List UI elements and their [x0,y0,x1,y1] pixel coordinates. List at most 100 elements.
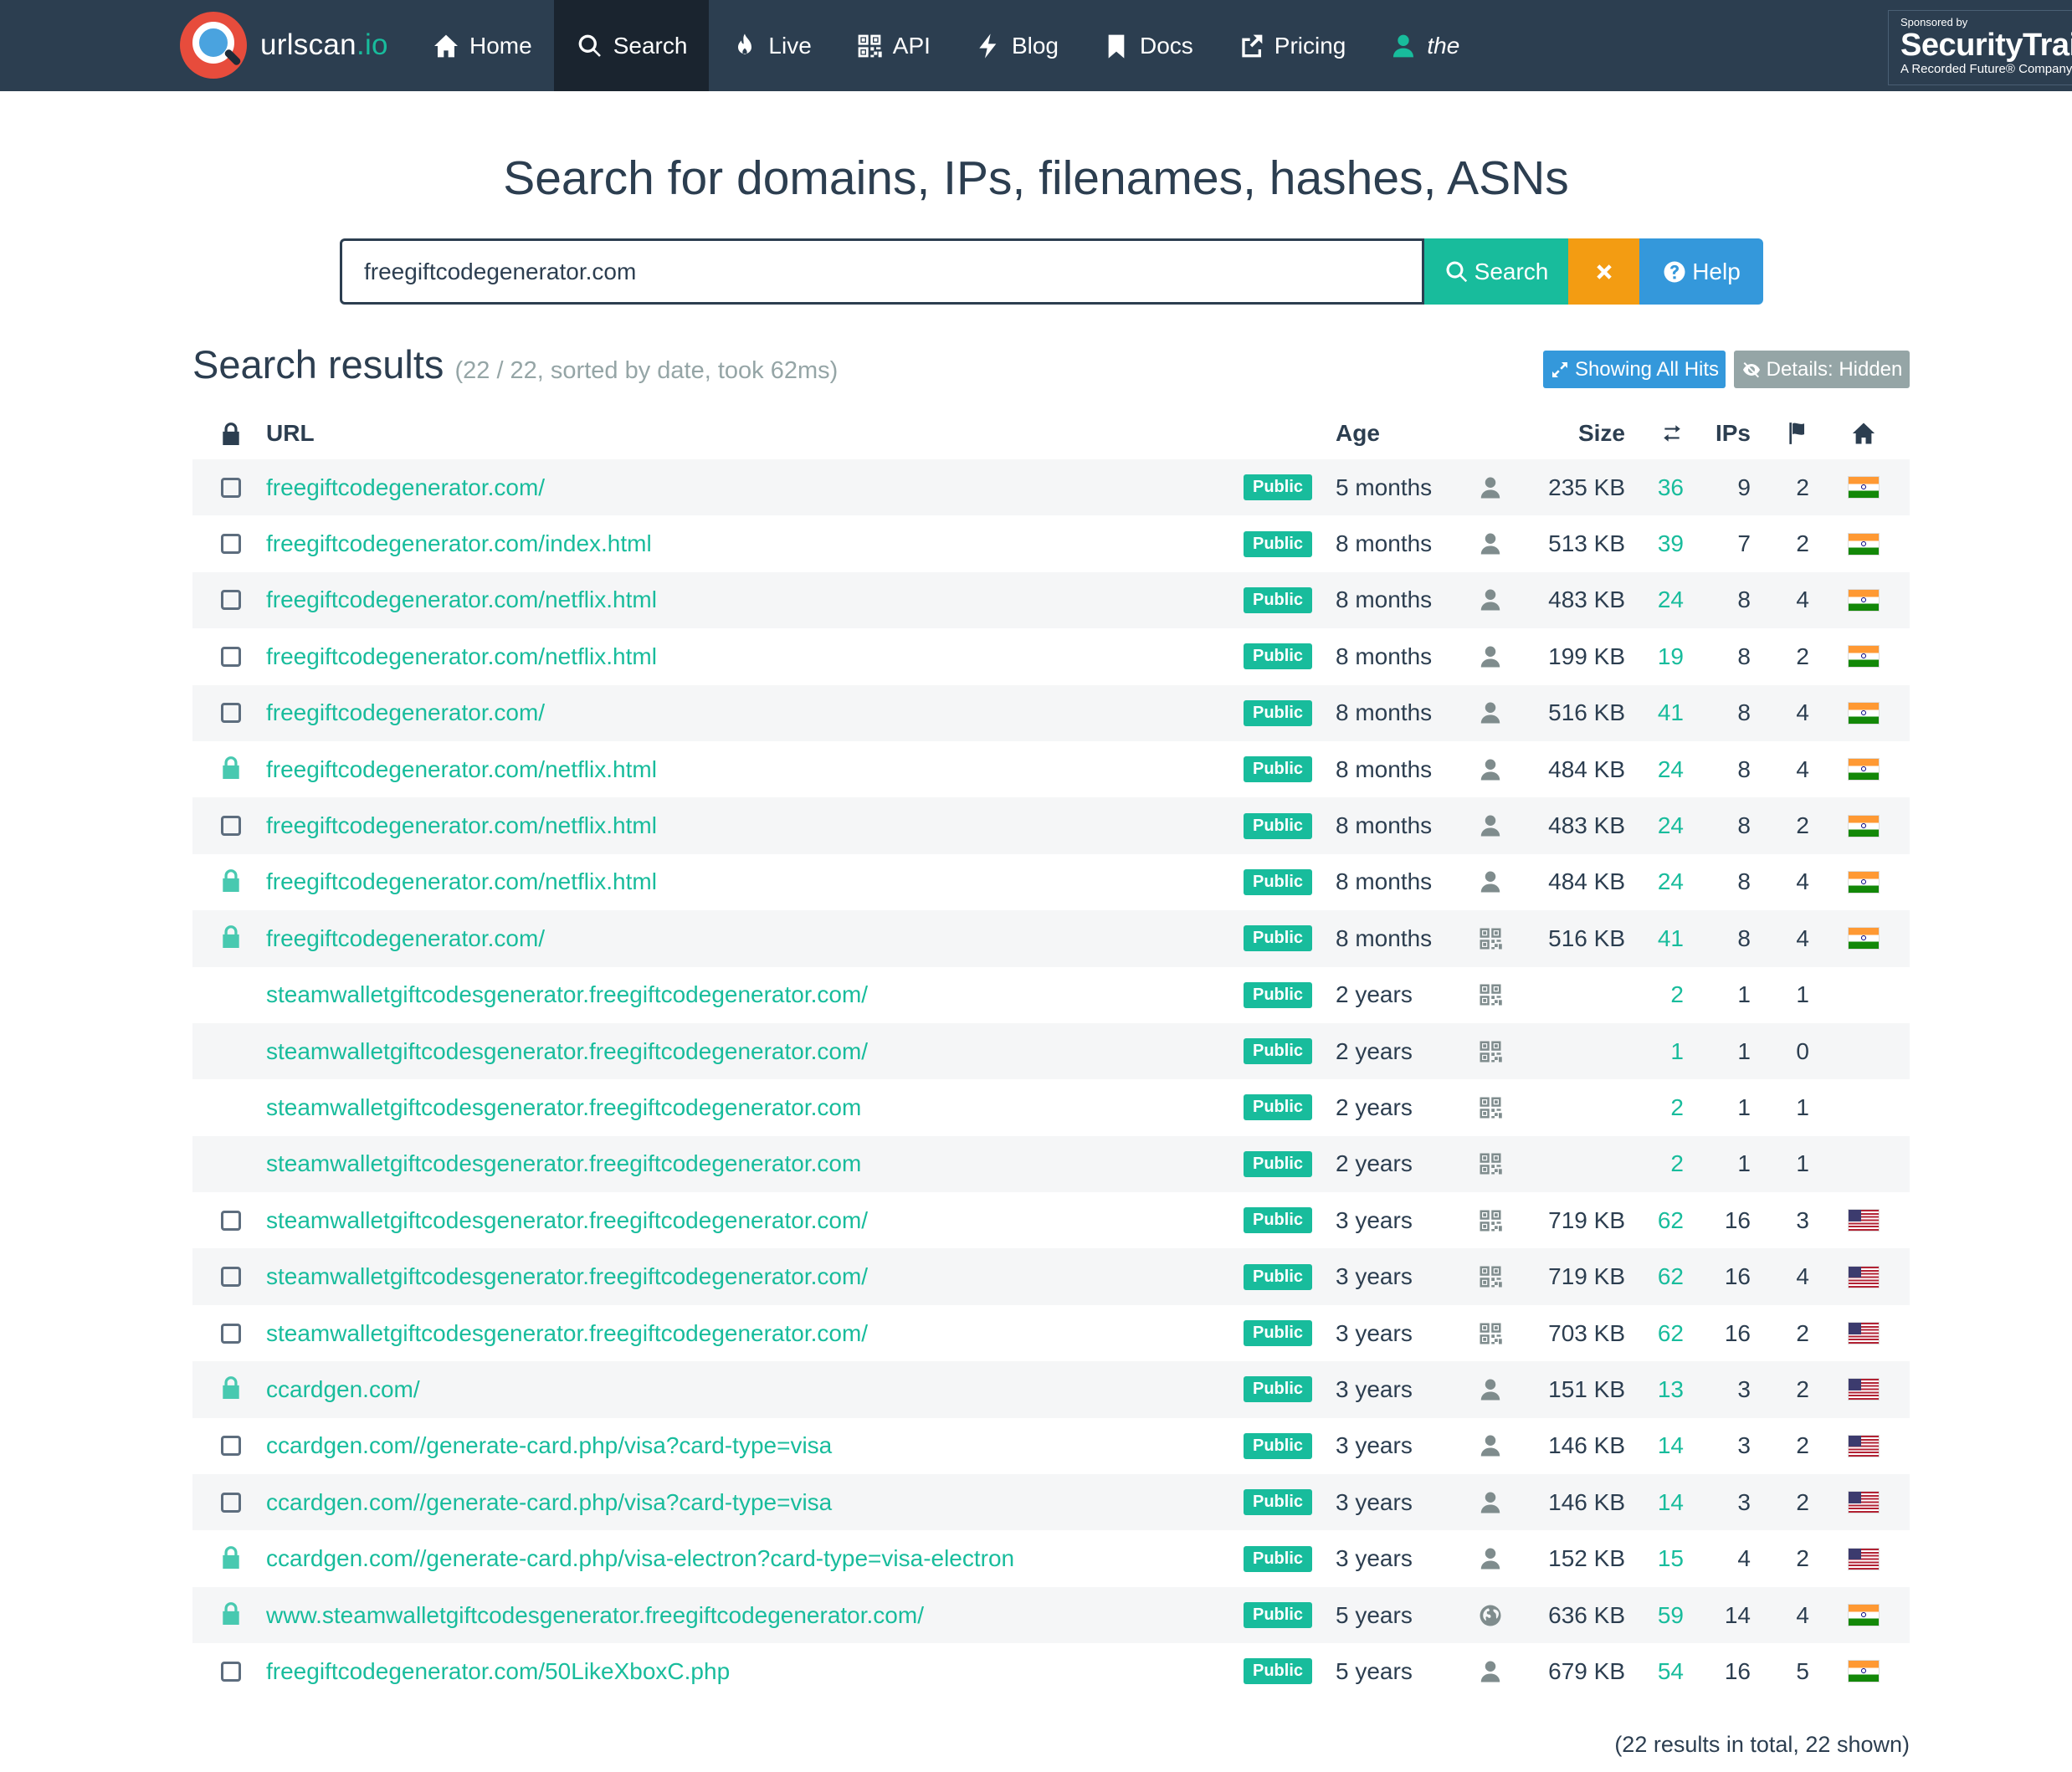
select-checkbox[interactable] [221,816,241,837]
row-status [216,1361,246,1417]
user-icon [1471,515,1510,571]
select-checkbox[interactable] [221,1267,241,1288]
visibility-cell: Public [1244,1474,1313,1530]
visibility-cell: Public [1244,572,1313,628]
row-status [216,1643,246,1699]
select-checkbox[interactable] [221,646,241,667]
select-checkbox[interactable] [221,590,241,611]
nav-item-docs[interactable]: Docs [1080,0,1215,91]
result-url-link[interactable]: freegiftcodegenerator.com/ [266,459,545,515]
select-checkbox[interactable] [221,1492,241,1513]
nav-item-the[interactable]: the [1367,0,1481,91]
result-url-link[interactable]: steamwalletgiftcodesgenerator.freegiftco… [266,1305,868,1361]
result-url-link[interactable]: steamwalletgiftcodesgenerator.freegiftco… [266,1023,868,1079]
column-header-ips[interactable]: IPs [1690,407,1751,459]
india-flag-icon [1849,759,1879,781]
table-row: steamwalletgiftcodesgenerator.freegiftco… [192,1248,1910,1305]
lock-header-icon [216,407,246,459]
row-status [216,459,246,515]
lock-icon [220,1375,242,1403]
results-table: URL Age Size IPs freegiftcodegenerator.c… [192,407,1910,1700]
row-status [216,1474,246,1530]
row-status [216,515,246,571]
result-url-link[interactable]: steamwalletgiftcodesgenerator.freegiftco… [266,1079,861,1135]
country-flag [1848,1361,1880,1417]
age-cell: 8 months [1336,924,1433,951]
select-checkbox[interactable] [221,703,241,724]
row-status [216,741,246,797]
countries-cell: 2 [1796,1432,1809,1459]
result-url-link[interactable]: steamwalletgiftcodesgenerator.freegiftco… [266,1136,861,1192]
select-checkbox[interactable] [221,1436,241,1457]
details-toggle-button[interactable]: Details: Hidden [1734,351,1910,388]
qrcode-icon [1471,1248,1510,1304]
countries-cell: 0 [1796,1037,1809,1064]
result-url-link[interactable]: ccardgen.com//generate-card.php/visa?car… [266,1474,832,1530]
ips-cell: 7 [1737,530,1751,557]
qrcode-icon [1471,1136,1510,1192]
result-url-link[interactable]: freegiftcodegenerator.com/ [266,910,545,966]
age-cell: 3 years [1336,1488,1413,1515]
countries-cell: 2 [1796,643,1809,669]
countries-cell: 4 [1796,868,1809,895]
result-url-link[interactable]: freegiftcodegenerator.com/netflix.html [266,572,657,628]
nav-item-pricing[interactable]: Pricing [1215,0,1368,91]
nav-item-blog[interactable]: Blog [952,0,1080,91]
table-row: freegiftcodegenerator.com/netflix.html Pu… [192,628,1910,684]
requests-cell: 62 [1657,1206,1684,1233]
table-row: steamwalletgiftcodesgenerator.freegiftco… [192,1135,1910,1193]
result-url-link[interactable]: ccardgen.com/ [266,1361,420,1417]
nav-item-search[interactable]: Search [553,0,710,91]
age-cell: 5 years [1336,1657,1413,1684]
visibility-cell: Public [1244,1418,1313,1474]
column-header-size[interactable]: Size [1506,407,1625,459]
nav-item-label: Home [469,32,532,59]
result-url-link[interactable]: freegiftcodegenerator.com/ [266,685,545,741]
select-checkbox[interactable] [221,1210,241,1231]
countries-cell: 2 [1796,1545,1809,1572]
requests-cell: 2 [1670,1093,1684,1120]
result-url-link[interactable]: steamwalletgiftcodesgenerator.freegiftco… [266,1248,868,1304]
requests-cell: 39 [1657,530,1684,557]
ips-cell: 16 [1724,1657,1751,1684]
clear-search-button[interactable] [1568,238,1639,305]
select-checkbox[interactable] [221,534,241,555]
showing-all-hits-button[interactable]: Showing All Hits [1543,351,1726,388]
result-url-link[interactable]: steamwalletgiftcodesgenerator.freegiftco… [266,967,868,1023]
nav-item-live[interactable]: Live [709,0,833,91]
requests-cell: 2 [1670,1150,1684,1177]
help-button[interactable]: Help [1639,238,1763,305]
brand-link[interactable]: urlscan.io [180,12,388,79]
india-flag-icon [1849,1661,1879,1682]
result-url-link[interactable]: freegiftcodegenerator.com/netflix.html [266,628,657,684]
public-badge: Public [1244,925,1313,952]
select-checkbox[interactable] [221,477,241,498]
result-url-link[interactable]: ccardgen.com//generate-card.php/visa-ele… [266,1530,1014,1586]
select-checkbox[interactable] [221,1661,241,1682]
age-cell: 8 months [1336,868,1433,895]
column-header-age[interactable]: Age [1336,407,1380,459]
public-badge: Public [1244,474,1313,501]
search-input[interactable] [340,238,1424,305]
india-flag-icon [1849,589,1879,611]
requests-cell: 62 [1657,1319,1684,1346]
result-url-link[interactable]: freegiftcodegenerator.com/netflix.html [266,797,657,853]
result-url-link[interactable]: freegiftcodegenerator.com/netflix.html [266,741,657,797]
result-url-link[interactable]: freegiftcodegenerator.com/netflix.html [266,854,657,910]
country-flag [1848,910,1880,966]
column-header-url[interactable]: URL [266,407,315,459]
result-url-link[interactable]: freegiftcodegenerator.com/index.html [266,515,652,571]
result-url-link[interactable]: steamwalletgiftcodesgenerator.freegiftco… [266,1192,868,1248]
public-badge: Public [1244,1263,1313,1290]
nav-item-home[interactable]: Home [410,0,554,91]
result-url-link[interactable]: freegiftcodegenerator.com/50LikeXboxC.ph… [266,1643,730,1699]
sponsor-banner[interactable]: Sponsored by SecurityTrails A Recorded F… [1888,10,2072,85]
search-button[interactable]: Search [1424,238,1568,305]
select-checkbox[interactable] [221,1323,241,1344]
result-url-link[interactable]: www.steamwalletgiftcodesgenerator.freegi… [266,1587,924,1643]
size-cell: 199 KB [1548,643,1625,669]
nav-item-api[interactable]: API [833,0,952,91]
result-url-link[interactable]: ccardgen.com//generate-card.php/visa?car… [266,1418,832,1474]
eye-slash-icon [1742,361,1760,377]
brand-name: urlscan.io [260,28,388,61]
